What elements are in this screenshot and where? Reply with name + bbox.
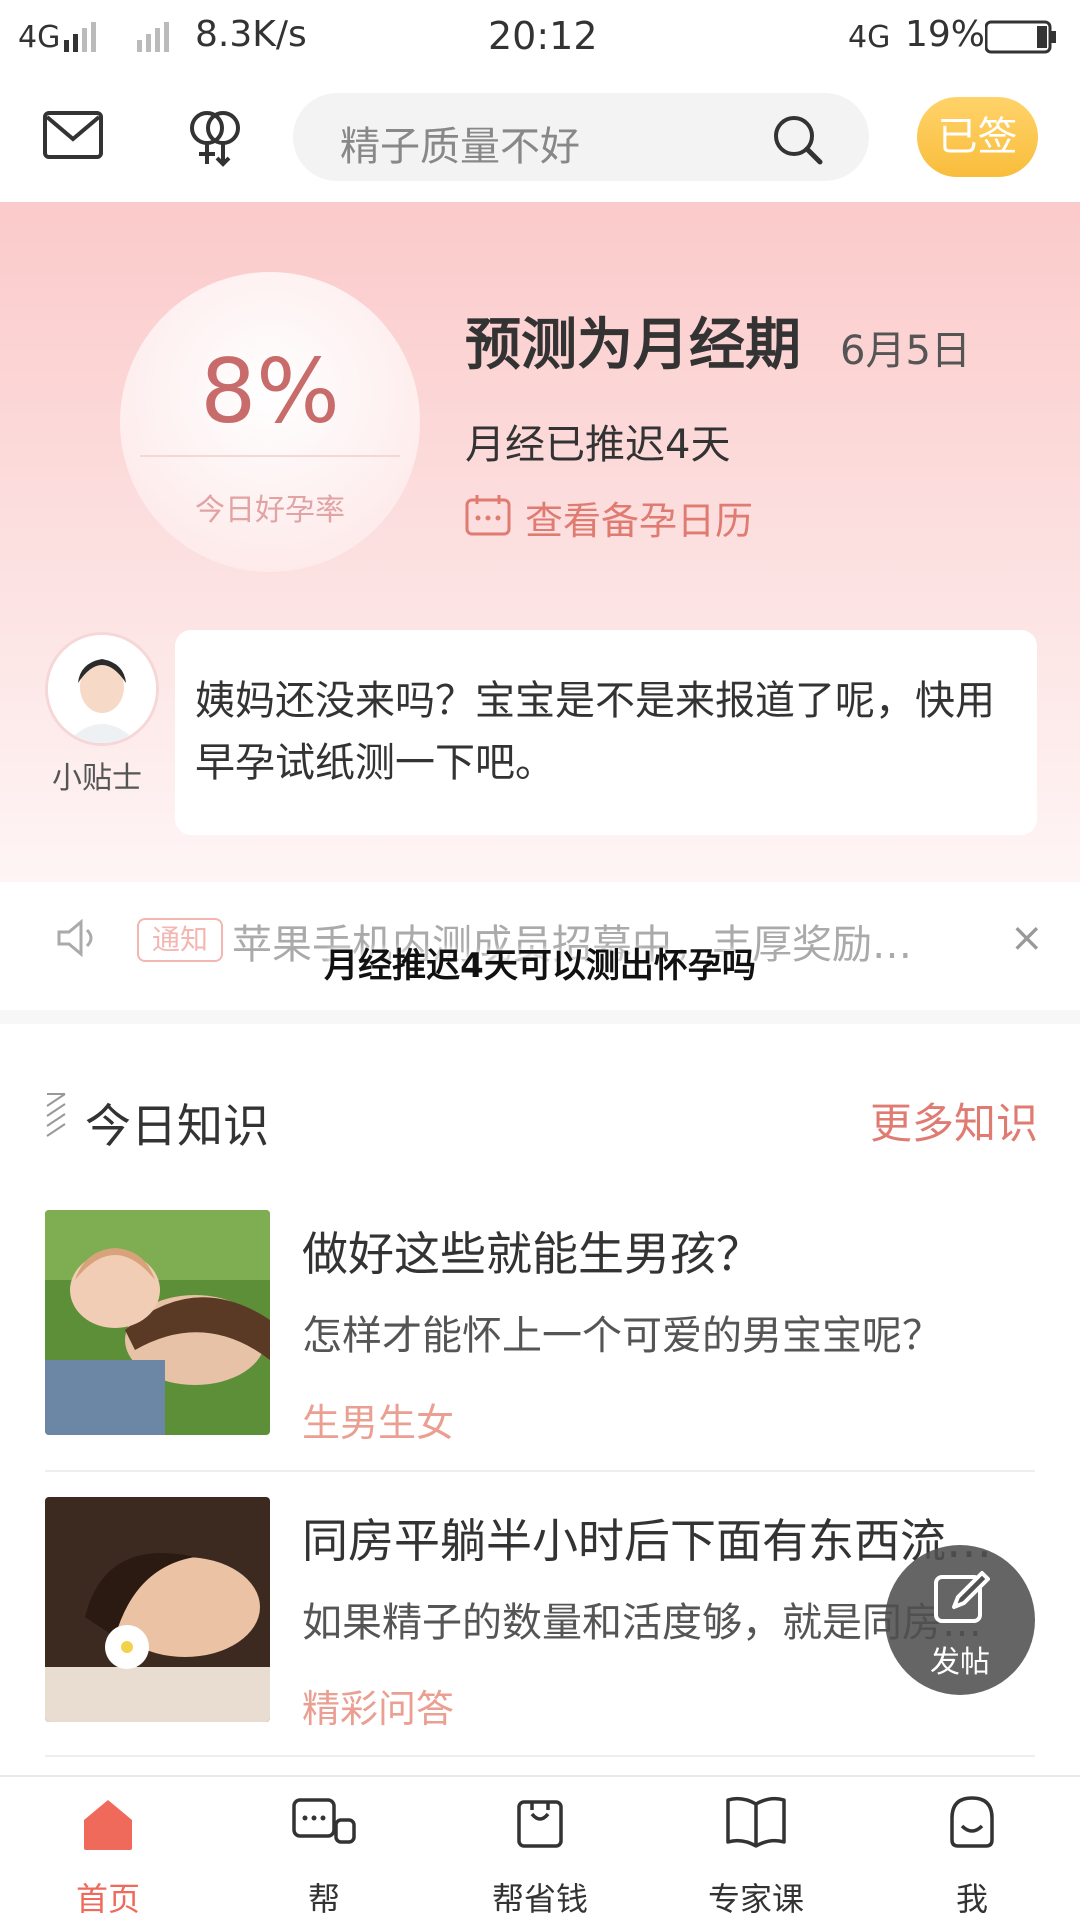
mail-icon[interactable] — [42, 108, 104, 162]
pregnancy-rate-label: 今日好孕率 — [195, 493, 345, 528]
article-summary: 怎样才能怀上一个可爱的男宝宝呢？ — [302, 1313, 942, 1359]
overlay-caption: 月经推迟4天可以测出怀孕吗 — [324, 946, 756, 986]
section-separator — [0, 1010, 1080, 1024]
nav-me[interactable]: 我 — [864, 1780, 1080, 1920]
section-stripe-icon — [46, 1093, 66, 1137]
article-title[interactable]: 做好这些就能生男孩？ — [302, 1218, 1042, 1284]
signal-icon-2 — [137, 22, 169, 52]
clock: 20:12 — [488, 14, 598, 58]
article-thumbnail[interactable] — [45, 1210, 270, 1435]
article-tag[interactable]: 生男生女 — [302, 1392, 454, 1447]
nav-home[interactable]: 首页 — [0, 1780, 216, 1920]
nav-label: 我 — [955, 1880, 988, 1918]
pregnancy-rate-value: 8% — [200, 340, 340, 443]
profile-icon — [950, 1796, 994, 1848]
chat-icon — [292, 1798, 356, 1844]
nav-save-money[interactable]: 帮省钱 — [432, 1780, 648, 1920]
home-icon — [84, 1800, 132, 1850]
nav-label: 帮省钱 — [491, 1880, 588, 1918]
article-thumbnail[interactable] — [45, 1497, 270, 1722]
nurse-avatar-icon — [48, 635, 156, 743]
prediction-date: 6月5日 — [840, 328, 971, 374]
network-indicator-right: 4G — [848, 20, 891, 55]
nav-expert-courses[interactable]: 专家课 — [648, 1780, 864, 1920]
nav-label: 首页 — [75, 1880, 140, 1918]
prediction-title: 预测为月经期 — [465, 313, 801, 378]
new-post-label: 发帖 — [930, 1645, 990, 1680]
shopping-bag-icon — [517, 1800, 563, 1848]
new-post-button[interactable]: 发帖 — [885, 1545, 1035, 1695]
gender-icon[interactable] — [183, 106, 247, 170]
section-title: 今日知识 — [85, 1099, 269, 1153]
signal-icon — [64, 22, 96, 52]
view-calendar-link[interactable]: 查看备孕日历 — [525, 490, 753, 545]
search-icon[interactable] — [770, 112, 826, 168]
article-divider — [45, 1470, 1035, 1472]
mother-child-photo — [45, 1210, 270, 1435]
nav-label: 帮 — [307, 1880, 340, 1918]
tip-author: 小贴士 — [52, 761, 142, 796]
avatar[interactable] — [45, 632, 159, 746]
nav-community[interactable]: 帮 — [216, 1780, 432, 1920]
battery-percent: 19% — [905, 14, 986, 55]
article-tag[interactable]: 精彩问答 — [302, 1678, 454, 1733]
relaxing-woman-photo — [45, 1497, 270, 1722]
edit-icon — [934, 1571, 990, 1623]
nav-label: 专家课 — [707, 1880, 804, 1918]
battery-icon — [985, 20, 1056, 54]
status-bar: 4G 8.3K/s 20:12 4G 19% — [0, 0, 1080, 75]
more-knowledge-link[interactable]: 更多知识 — [870, 1090, 1038, 1151]
network-speed: 8.3K/s — [195, 14, 307, 55]
article-divider — [45, 1755, 1035, 1757]
period-delay-text: 月经已推迟4天 — [465, 422, 731, 468]
signed-in-button[interactable]: 已签 — [917, 97, 1038, 177]
calendar-icon[interactable] — [465, 494, 511, 536]
tip-text: 姨妈还没来吗？宝宝是不是来报道了呢，快用早孕试纸测一下吧。 — [195, 678, 995, 786]
search-input[interactable]: 精子质量不好 — [340, 114, 580, 172]
book-icon — [726, 1796, 786, 1848]
network-indicator: 4G — [18, 20, 61, 55]
circle-divider — [140, 455, 400, 457]
